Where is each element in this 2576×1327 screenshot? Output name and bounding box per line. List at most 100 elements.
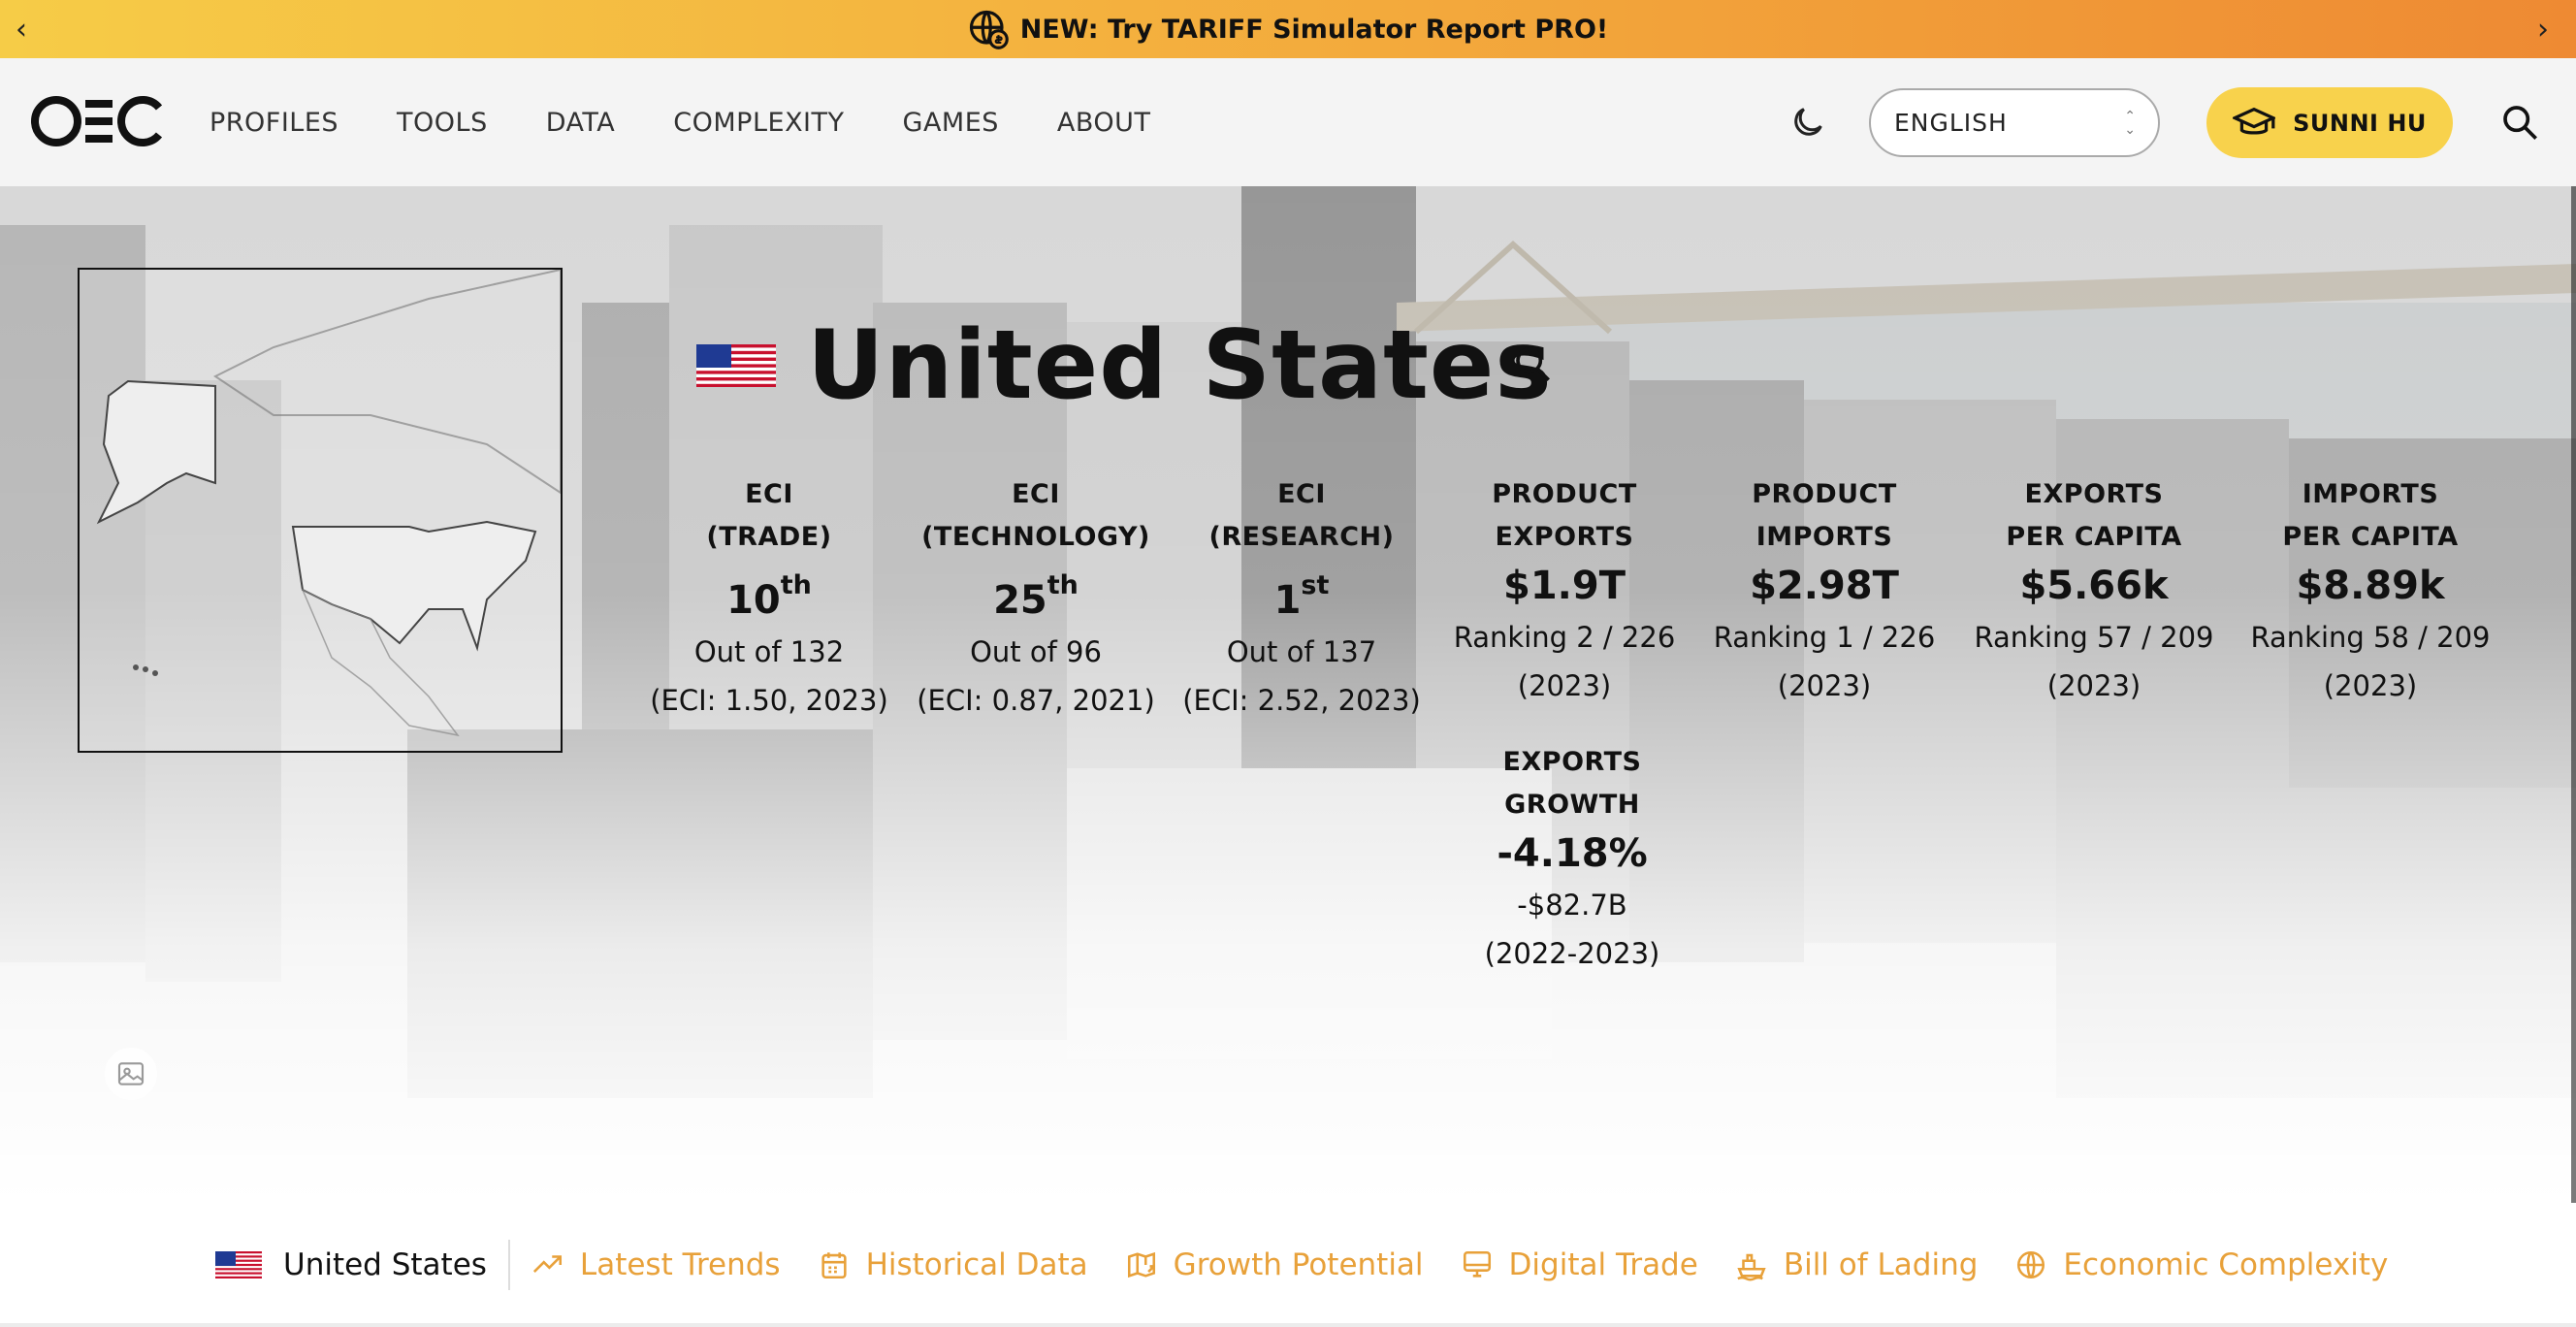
stat-sub: Ranking 57 / 209: [1974, 621, 2214, 654]
calendar-icon: [821, 1252, 847, 1279]
country-map[interactable]: [78, 268, 563, 753]
image-credit-button[interactable]: [105, 1048, 157, 1100]
profile-section-nav: United States Latest Trends Historical D…: [0, 1203, 2576, 1327]
section-nav-divider: [507, 1240, 510, 1290]
stat-sub: (2023): [2046, 669, 2141, 702]
graduation-cap-icon: [2233, 107, 2276, 135]
chevron-updown-icon: ⌃ ⌄: [2124, 109, 2137, 138]
oec-logo[interactable]: [29, 92, 167, 150]
map-arrow-icon: [1127, 1251, 1155, 1278]
moon-icon[interactable]: [1788, 103, 1827, 142]
section-link-label: Economic Complexity: [2063, 1247, 2389, 1282]
stat-label: (TECHNOLOGY): [921, 522, 1150, 552]
nav-games[interactable]: GAMES: [903, 108, 999, 138]
bottom-divider: [0, 1323, 2576, 1327]
stat-sub: Out of 96: [970, 635, 1102, 668]
stat-value: $5.66k: [2019, 564, 2169, 608]
stat-sub: Out of 137: [1226, 635, 1377, 668]
section-nav-country-label: United States: [283, 1247, 487, 1282]
stat-sub: Ranking 58 / 209: [2250, 621, 2491, 654]
main-nav: PROFILES TOOLS DATA COMPLEXITY GAMES ABO…: [209, 58, 1150, 186]
stat-sub: (ECI: 1.50, 2023): [650, 684, 888, 717]
stat-sub: (2023): [1777, 669, 1872, 702]
section-link-label: Latest Trends: [579, 1247, 781, 1282]
nav-profiles[interactable]: PROFILES: [209, 108, 338, 138]
stat-label: ECI: [745, 479, 793, 509]
stat-product-imports: PRODUCT IMPORTS $2.98T Ranking 1 / 226 (…: [1698, 473, 1950, 710]
nav-tools[interactable]: TOOLS: [397, 108, 488, 138]
language-select[interactable]: ENGLISH ⌃ ⌄: [1869, 88, 2160, 157]
stat-rank: 1st: [1273, 570, 1330, 623]
image-icon: [117, 1062, 145, 1085]
section-link-digital-trade[interactable]: Digital Trade: [1461, 1247, 1698, 1282]
stat-label: ECI: [1012, 479, 1060, 509]
globe-dollar-icon: [969, 10, 1009, 49]
nav-about[interactable]: ABOUT: [1057, 108, 1151, 138]
stat-eci-technology: ECI (TECHNOLOGY) 25th Out of 96 (ECI: 0.…: [910, 473, 1162, 725]
stat-eci-research: ECI (RESEARCH) 1st Out of 137 (ECI: 2.52…: [1175, 473, 1428, 725]
stat-value: $8.89k: [2296, 564, 2445, 608]
stat-sub: (ECI: 2.52, 2023): [1182, 684, 1421, 717]
search-icon[interactable]: [2500, 103, 2539, 142]
scrollbar-edge: [2571, 186, 2576, 1203]
section-link-growth-potential[interactable]: Growth Potential: [1125, 1247, 1424, 1282]
stat-sub: (2023): [2323, 669, 2418, 702]
nav-complexity[interactable]: COMPLEXITY: [673, 108, 844, 138]
profile-hero: United States ECI (TRADE) 10th Out of 13…: [0, 186, 2576, 1203]
section-link-label: Digital Trade: [1508, 1247, 1698, 1282]
section-link-label: Growth Potential: [1173, 1247, 1424, 1282]
section-nav-country[interactable]: United States: [215, 1247, 508, 1282]
stat-sub: Out of 132: [693, 635, 845, 668]
stat-value: $2.98T: [1750, 564, 1899, 608]
stat-label: EXPORTS: [1502, 747, 1642, 777]
announcement-link[interactable]: NEW: Try TARIFF Simulator Report PRO!: [968, 9, 1608, 49]
stat-label: (TRADE): [706, 522, 832, 552]
stat-label: EXPORTS: [2024, 479, 2164, 509]
language-value: ENGLISH: [1894, 109, 2008, 137]
stat-imports-per-capita: IMPORTS PER CAPITA $8.89k Ranking 58 / 2…: [2244, 473, 2496, 710]
logo-mark: [31, 96, 163, 146]
stat-label: GROWTH: [1504, 790, 1640, 820]
stat-sub: (ECI: 0.87, 2021): [917, 684, 1155, 717]
section-link-economic-complexity[interactable]: Economic Complexity: [2014, 1247, 2388, 1282]
page-title: United States: [807, 310, 1553, 421]
announcement-text: NEW: Try TARIFF Simulator Report PRO!: [1019, 14, 1609, 45]
section-link-historical-data[interactable]: Historical Data: [818, 1247, 1088, 1282]
announcement-bar: ‹ NEW: Try TARIFF Simulator Report PRO! …: [0, 0, 2576, 58]
stat-sub: -$82.7B: [1517, 889, 1627, 922]
profile-title-row: United States: [696, 303, 1553, 429]
stat-sub: Ranking 2 / 226: [1453, 621, 1676, 654]
chevron-right-icon[interactable]: ›: [2524, 0, 2562, 58]
profile-search-icon[interactable]: [1513, 344, 1552, 383]
stat-value: $1.9T: [1503, 564, 1626, 608]
nav-data[interactable]: DATA: [546, 108, 616, 138]
stat-sub: (2023): [1517, 669, 1612, 702]
stat-eci-trade: ECI (TRADE) 10th Out of 132 (ECI: 1.50, …: [643, 473, 895, 725]
stat-label: IMPORTS: [2302, 479, 2439, 509]
site-header: PROFILES TOOLS DATA COMPLEXITY GAMES ABO…: [0, 58, 2576, 186]
globe-icon: [2017, 1250, 2045, 1279]
user-account-button[interactable]: SUNNI HU: [2206, 87, 2453, 158]
section-link-bill-of-lading[interactable]: Bill of Lading: [1735, 1247, 1978, 1282]
stat-rank: 25th: [993, 570, 1079, 623]
section-link-latest-trends[interactable]: Latest Trends: [531, 1247, 781, 1282]
chevron-left-icon[interactable]: ‹: [2, 0, 41, 58]
user-name: SUNNI HU: [2293, 109, 2427, 137]
stat-label: IMPORTS: [1755, 522, 1893, 552]
stat-label: PRODUCT: [1492, 479, 1637, 509]
stat-exports-per-capita: EXPORTS PER CAPITA $5.66k Ranking 57 / 2…: [1968, 473, 2220, 710]
stat-label: ECI: [1277, 479, 1326, 509]
stat-sub: (2022-2023): [1484, 937, 1660, 970]
stat-value: -4.18%: [1497, 831, 1648, 876]
stat-label: PRODUCT: [1752, 479, 1897, 509]
country-map-svg: [96, 268, 562, 737]
us-flag-icon: [215, 1251, 262, 1278]
stat-label: PER CAPITA: [2282, 522, 2459, 552]
trending-up-icon: [532, 1255, 562, 1273]
stat-exports-growth: EXPORTS GROWTH -4.18% -$82.7B (2022-2023…: [1446, 741, 1698, 978]
stat-label: (RESEARCH): [1208, 522, 1395, 552]
monitor-icon: [1463, 1250, 1491, 1278]
stat-rank: 10th: [726, 570, 812, 623]
ship-icon: [1737, 1253, 1766, 1281]
stat-sub: Ranking 1 / 226: [1713, 621, 1936, 654]
